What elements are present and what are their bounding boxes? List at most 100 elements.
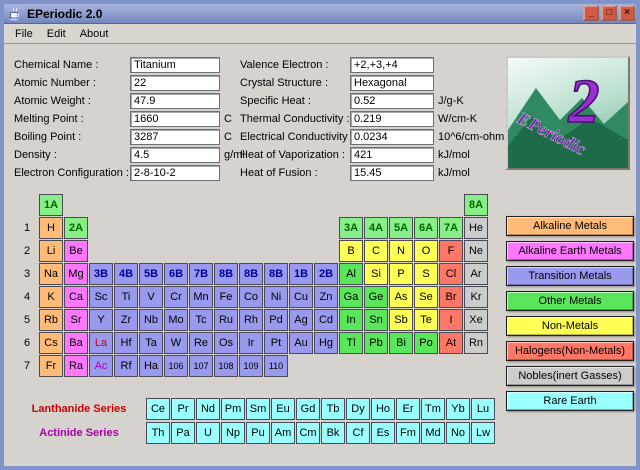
element-tc[interactable]: Tc (189, 309, 213, 331)
legend-non-metals[interactable]: Non-Metals (506, 316, 634, 336)
element-ne[interactable]: Ne (464, 240, 488, 262)
element-ti[interactable]: Ti (114, 286, 138, 308)
element-mn[interactable]: Mn (189, 286, 213, 308)
field-input-boiling-point[interactable] (130, 129, 220, 145)
element-hf[interactable]: Hf (114, 332, 138, 354)
element-tm[interactable]: Tm (421, 398, 445, 420)
menu-edit[interactable]: Edit (40, 26, 73, 42)
legend-rare-earth[interactable]: Rare Earth (506, 391, 634, 411)
element-re[interactable]: Re (189, 332, 213, 354)
element-ga[interactable]: Ga (339, 286, 363, 308)
element-bk[interactable]: Bk (321, 422, 345, 444)
element-ni[interactable]: Ni (264, 286, 288, 308)
element-w[interactable]: W (164, 332, 188, 354)
element-y[interactable]: Y (89, 309, 113, 331)
element-v[interactable]: V (139, 286, 163, 308)
element-ag[interactable]: Ag (289, 309, 313, 331)
element-f[interactable]: F (439, 240, 463, 262)
element-pd[interactable]: Pd (264, 309, 288, 331)
field-input-electron-configuration[interactable] (130, 165, 220, 181)
field-input-electrical-conductivity[interactable] (350, 129, 434, 145)
element-mg[interactable]: Mg (64, 263, 88, 285)
element-i[interactable]: I (439, 309, 463, 331)
field-input-heat-of-fusion[interactable] (350, 165, 434, 181)
element-tb[interactable]: Tb (321, 398, 345, 420)
element-at[interactable]: At (439, 332, 463, 354)
element-bi[interactable]: Bi (389, 332, 413, 354)
element-106[interactable]: 106 (164, 355, 188, 377)
element-sb[interactable]: Sb (389, 309, 413, 331)
field-input-atomic-number[interactable] (130, 75, 220, 91)
element-np[interactable]: Np (221, 422, 245, 444)
element-al[interactable]: Al (339, 263, 363, 285)
element-gd[interactable]: Gd (296, 398, 320, 420)
field-input-valence-electron[interactable] (350, 57, 434, 73)
element-nd[interactable]: Nd (196, 398, 220, 420)
element-ce[interactable]: Ce (146, 398, 170, 420)
element-ru[interactable]: Ru (214, 309, 238, 331)
element-in[interactable]: In (339, 309, 363, 331)
element-er[interactable]: Er (396, 398, 420, 420)
element-eu[interactable]: Eu (271, 398, 295, 420)
element-he[interactable]: He (464, 217, 488, 239)
element-ac[interactable]: Ac (89, 355, 113, 377)
legend-halogens-non-metals[interactable]: Halogens(Non-Metals) (506, 341, 634, 361)
element-ca[interactable]: Ca (64, 286, 88, 308)
element-zn[interactable]: Zn (314, 286, 338, 308)
element-cl[interactable]: Cl (439, 263, 463, 285)
element-sn[interactable]: Sn (364, 309, 388, 331)
element-rf[interactable]: Rf (114, 355, 138, 377)
field-input-atomic-weight[interactable] (130, 93, 220, 109)
element-no[interactable]: No (446, 422, 470, 444)
element-rn[interactable]: Rn (464, 332, 488, 354)
element-kr[interactable]: Kr (464, 286, 488, 308)
element-es[interactable]: Es (371, 422, 395, 444)
element-sc[interactable]: Sc (89, 286, 113, 308)
element-cd[interactable]: Cd (314, 309, 338, 331)
field-input-melting-point[interactable] (130, 111, 220, 127)
element-ar[interactable]: Ar (464, 263, 488, 285)
element-lu[interactable]: Lu (471, 398, 495, 420)
element-th[interactable]: Th (146, 422, 170, 444)
element-li[interactable]: Li (39, 240, 63, 262)
element-o[interactable]: O (414, 240, 438, 262)
element-sr[interactable]: Sr (64, 309, 88, 331)
element-co[interactable]: Co (239, 286, 263, 308)
legend-alkaline-metals[interactable]: Alkaline Metals (506, 216, 634, 236)
menu-file[interactable]: File (8, 26, 40, 42)
field-input-thermal-conductivity[interactable] (350, 111, 434, 127)
field-input-density[interactable] (130, 147, 220, 163)
element-fm[interactable]: Fm (396, 422, 420, 444)
element-cm[interactable]: Cm (296, 422, 320, 444)
element-u[interactable]: U (196, 422, 220, 444)
element-si[interactable]: Si (364, 263, 388, 285)
element-os[interactable]: Os (214, 332, 238, 354)
element-am[interactable]: Am (271, 422, 295, 444)
field-input-heat-of-vaporization[interactable] (350, 147, 434, 163)
element-br[interactable]: Br (439, 286, 463, 308)
element-la[interactable]: La (89, 332, 113, 354)
element-ir[interactable]: Ir (239, 332, 263, 354)
legend-alkaline-earth-metals[interactable]: Alkaline Earth Metals (506, 241, 634, 261)
menu-about[interactable]: About (73, 26, 116, 42)
element-pa[interactable]: Pa (171, 422, 195, 444)
element-tl[interactable]: Tl (339, 332, 363, 354)
element-cf[interactable]: Cf (346, 422, 370, 444)
element-pb[interactable]: Pb (364, 332, 388, 354)
element-n[interactable]: N (389, 240, 413, 262)
element-cr[interactable]: Cr (164, 286, 188, 308)
element-rh[interactable]: Rh (239, 309, 263, 331)
element-yb[interactable]: Yb (446, 398, 470, 420)
legend-nobles-inert-gasses[interactable]: Nobles(inert Gasses) (506, 366, 634, 386)
minimize-button[interactable]: _ (583, 5, 599, 21)
legend-transition-metals[interactable]: Transition Metals (506, 266, 634, 286)
element-lw[interactable]: Lw (471, 422, 495, 444)
element-cs[interactable]: Cs (39, 332, 63, 354)
element-c[interactable]: C (364, 240, 388, 262)
field-input-specific-heat[interactable] (350, 93, 434, 109)
title-bar[interactable]: EPeriodic 2.0 _ □ × (4, 4, 636, 24)
element-fe[interactable]: Fe (214, 286, 238, 308)
element-ho[interactable]: Ho (371, 398, 395, 420)
legend-other-metals[interactable]: Other Metals (506, 291, 634, 311)
element-md[interactable]: Md (421, 422, 445, 444)
